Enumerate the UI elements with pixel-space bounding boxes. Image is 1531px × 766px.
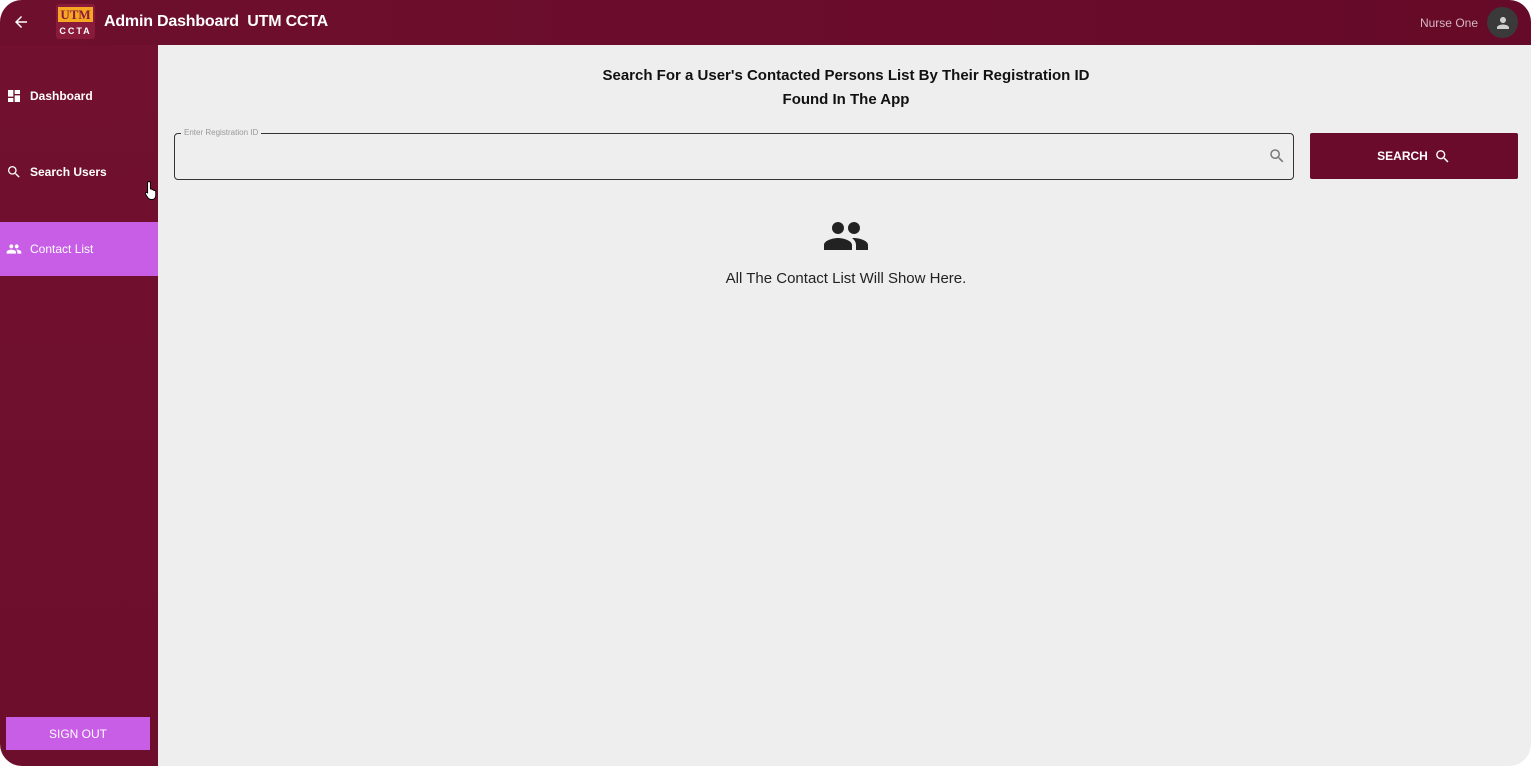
top-bar: UTM CCTA Admin Dashboard UTM CCTA Nurse … xyxy=(0,0,1531,45)
sidebar-item-label: Search Users xyxy=(30,165,107,179)
logo-top-text: UTM xyxy=(58,7,93,22)
page-title-line2: Found In The App xyxy=(782,91,910,108)
search-icon xyxy=(1434,148,1451,165)
main-content: Search For a User's Contacted Persons Li… xyxy=(158,45,1531,766)
hand-cursor-icon xyxy=(145,181,157,200)
search-icon[interactable] xyxy=(1268,147,1286,165)
search-button[interactable]: SEARCH xyxy=(1310,133,1518,179)
back-arrow-icon[interactable] xyxy=(10,11,32,33)
sidebar: Dashboard Search Users Contact List SIGN… xyxy=(0,45,158,766)
search-icon xyxy=(6,164,22,180)
logo-bottom-text: CCTA xyxy=(59,26,92,36)
sign-out-button[interactable]: SIGN OUT xyxy=(6,717,150,750)
person-icon xyxy=(1496,16,1509,29)
people-icon xyxy=(824,222,868,250)
people-icon xyxy=(6,241,22,257)
avatar[interactable] xyxy=(1487,7,1518,38)
search-button-label: SEARCH xyxy=(1377,149,1428,163)
sidebar-item-contact-list[interactable]: Contact List xyxy=(0,222,158,276)
sidebar-item-dashboard[interactable]: Dashboard xyxy=(0,69,158,123)
sidebar-item-search-users[interactable]: Search Users xyxy=(0,145,158,199)
page-title: Search For a User's Contacted Persons Li… xyxy=(158,64,1531,112)
app-logo: UTM CCTA xyxy=(56,4,95,39)
empty-state-message: All The Contact List Will Show Here. xyxy=(725,270,967,287)
page-title-line1: Search For a User's Contacted Persons Li… xyxy=(602,67,1090,84)
dashboard-icon xyxy=(6,88,22,104)
user-name: Nurse One xyxy=(1419,16,1478,30)
app-title: Admin Dashboard UTM CCTA xyxy=(104,13,329,30)
app-window: UTM CCTA Admin Dashboard UTM CCTA Nurse … xyxy=(0,0,1531,766)
registration-id-label: Enter Registration ID xyxy=(181,128,262,137)
registration-id-field: Enter Registration ID xyxy=(174,128,1294,180)
sidebar-item-label: Dashboard xyxy=(30,89,93,103)
registration-id-input[interactable] xyxy=(185,144,1259,170)
sidebar-item-label: Contact List xyxy=(30,242,94,256)
